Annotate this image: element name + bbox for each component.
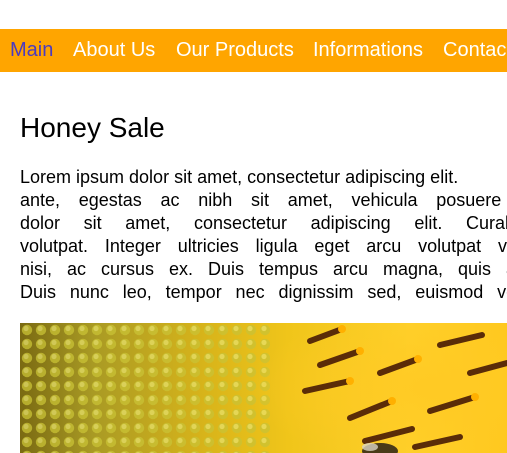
nav-item-our-products[interactable]: Our Products xyxy=(176,29,294,72)
hero-image xyxy=(20,323,507,453)
paragraph-line: volutpat. Integer ultricies ligula eget … xyxy=(20,236,507,256)
paragraph-line: ante, egestas ac nibh sit amet, vehicula… xyxy=(20,190,507,210)
nav-item-main[interactable]: Main xyxy=(10,29,53,72)
nav-item-contact[interactable]: Contac xyxy=(443,29,506,72)
paragraph-line: nisi, ac cursus ex. Duis tempus arcu mag… xyxy=(20,259,507,279)
paragraph-line: Lorem ipsum dolor sit amet, consectetur … xyxy=(20,167,459,187)
paragraph-line: dolor sit amet, consectetur adipiscing e… xyxy=(20,213,507,233)
body-paragraph: Lorem ipsum dolor sit amet, consectetur … xyxy=(20,166,507,302)
sunflower-bee-photo-icon xyxy=(20,323,507,453)
main-navbar: Main About Us Our Products Informations … xyxy=(0,29,507,72)
nav-item-informations[interactable]: Informations xyxy=(313,29,423,72)
nav-item-about-us[interactable]: About Us xyxy=(73,29,155,72)
page-title: Honey Sale xyxy=(20,112,165,143)
paragraph-line: Duis nunc leo, tempor nec dignissim sed,… xyxy=(20,282,507,302)
